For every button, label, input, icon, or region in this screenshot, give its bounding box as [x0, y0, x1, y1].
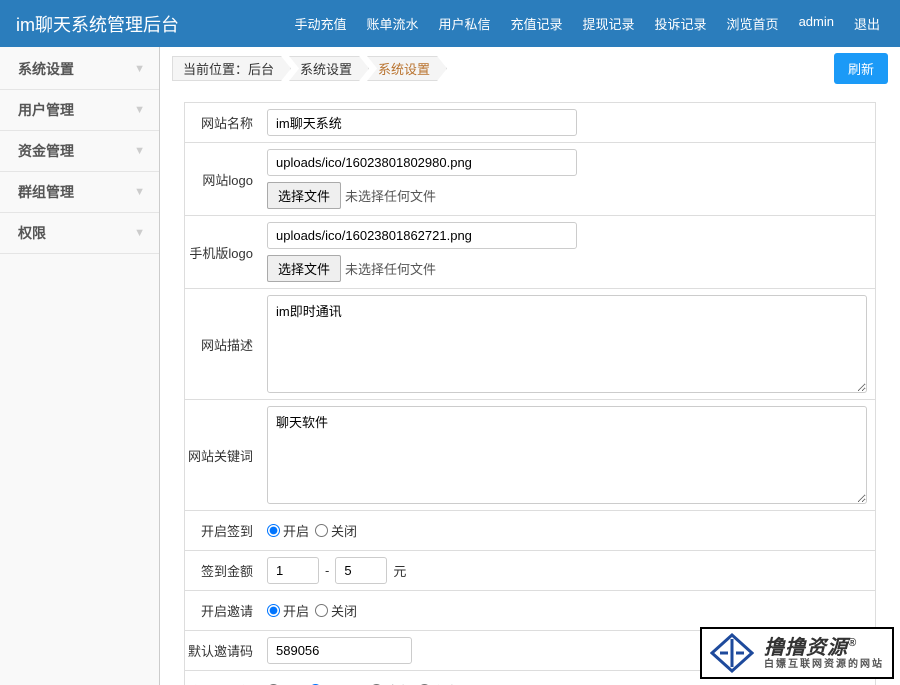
label-mobile-logo: 手机版logo — [185, 233, 259, 272]
default-invite-input[interactable] — [267, 637, 412, 664]
nav-complaint-record[interactable]: 投诉记录 — [645, 14, 717, 33]
chat-keep-forever-radio[interactable]: 永久 — [418, 681, 460, 685]
watermark: 撸撸资源® 白嫖互联网资源的网站 — [700, 627, 894, 679]
chevron-down-icon: ▼ — [134, 145, 145, 157]
mobile-logo-file-status: 未选择任何文件 — [345, 259, 436, 278]
invite-off-radio[interactable]: 关闭 — [315, 601, 357, 620]
signin-amount-max-input[interactable] — [335, 557, 387, 584]
signin-amount-min-input[interactable] — [267, 557, 319, 584]
top-nav: im聊天系统管理后台 手动充值 账单流水 用户私信 充值记录 提现记录 投诉记录… — [0, 0, 900, 47]
site-logo-path-input[interactable] — [267, 149, 577, 176]
chevron-down-icon: ▼ — [134, 104, 145, 116]
sidebar-item-label: 系统设置 — [18, 59, 74, 79]
sidebar-item-user[interactable]: 用户管理 ▼ — [0, 90, 159, 131]
site-logo-file-status: 未选择任何文件 — [345, 186, 436, 205]
label-signin-amount: 签到金额 — [185, 551, 259, 590]
sidebar-item-label: 群组管理 — [18, 182, 74, 202]
refresh-button[interactable]: 刷新 — [834, 53, 888, 84]
chat-keep-halfyear-radio[interactable]: 半年 — [370, 681, 412, 685]
mobile-logo-path-input[interactable] — [267, 222, 577, 249]
breadcrumb-step-current: 系统设置 — [367, 56, 447, 81]
nav-user-pm[interactable]: 用户私信 — [428, 14, 500, 33]
chevron-down-icon: ▼ — [134, 186, 145, 198]
sidebar-item-permission[interactable]: 权限 ▼ — [0, 213, 159, 254]
site-desc-textarea[interactable]: im即时通讯 — [267, 295, 867, 393]
label-site-desc: 网站描述 — [185, 325, 259, 364]
label-site-name: 网站名称 — [185, 103, 259, 142]
chevron-down-icon: ▼ — [134, 63, 145, 75]
signin-off-radio[interactable]: 关闭 — [315, 521, 357, 540]
main-panel: 当前位置：后台 系统设置 系统设置 刷新 网站名称 网站logo 选择文件 未选… — [160, 47, 900, 685]
site-name-input[interactable] — [267, 109, 577, 136]
nav-links: 手动充值 账单流水 用户私信 充值记录 提现记录 投诉记录 浏览首页 admin… — [284, 14, 890, 33]
sidebar-item-label: 权限 — [18, 223, 46, 243]
chat-keep-1m-radio[interactable]: 一个月 — [309, 681, 364, 685]
label-default-invite: 默认邀请码 — [185, 631, 259, 670]
watermark-main-text: 撸撸资源 — [764, 637, 848, 659]
sidebar-item-label: 资金管理 — [18, 141, 74, 161]
sidebar-item-label: 用户管理 — [18, 100, 74, 120]
watermark-sup: ® — [848, 637, 857, 649]
form-wrap: 网站名称 网站logo 选择文件 未选择任何文件 手机版logo — [160, 90, 900, 685]
nav-manual-recharge[interactable]: 手动充值 — [284, 14, 356, 33]
sidebar-item-system[interactable]: 系统设置 ▼ — [0, 49, 159, 90]
nav-admin[interactable]: admin — [789, 14, 844, 33]
nav-bill-flow[interactable]: 账单流水 — [356, 14, 428, 33]
signin-on-radio[interactable]: 开启 — [267, 521, 309, 540]
watermark-sub-text: 白嫖互联网资源的网站 — [764, 659, 884, 670]
label-site-keywords: 网站关键词 — [185, 436, 259, 475]
nav-logout[interactable]: 退出 — [844, 14, 890, 33]
mobile-logo-choose-button[interactable]: 选择文件 — [267, 255, 341, 282]
breadcrumb-step[interactable]: 当前位置：后台 — [172, 56, 291, 81]
sidebar: 系统设置 ▼ 用户管理 ▼ 资金管理 ▼ 群组管理 ▼ 权限 ▼ — [0, 47, 160, 685]
breadcrumb: 当前位置：后台 系统设置 系统设置 刷新 — [160, 47, 900, 90]
watermark-logo-icon — [710, 633, 754, 673]
chat-keep-7d-radio[interactable]: 7天 — [267, 681, 303, 685]
nav-withdraw-record[interactable]: 提现记录 — [573, 14, 645, 33]
chevron-down-icon: ▼ — [134, 227, 145, 239]
label-site-logo: 网站logo — [185, 160, 259, 199]
label-invite-enable: 开启邀请 — [185, 591, 259, 630]
nav-browse-home[interactable]: 浏览首页 — [717, 14, 789, 33]
brand-title: im聊天系统管理后台 — [10, 11, 179, 37]
nav-recharge-record[interactable]: 充值记录 — [501, 14, 573, 33]
amount-separator: - — [325, 563, 329, 578]
sidebar-item-group[interactable]: 群组管理 ▼ — [0, 172, 159, 213]
invite-on-radio[interactable]: 开启 — [267, 601, 309, 620]
label-chat-keep: 聊天记录保 — [185, 671, 259, 685]
breadcrumb-step[interactable]: 系统设置 — [289, 56, 369, 81]
site-keywords-textarea[interactable]: 聊天软件 — [267, 406, 867, 504]
sidebar-item-funds[interactable]: 资金管理 ▼ — [0, 131, 159, 172]
amount-unit: 元 — [393, 561, 406, 580]
label-signin-enable: 开启签到 — [185, 511, 259, 550]
site-logo-choose-button[interactable]: 选择文件 — [267, 182, 341, 209]
